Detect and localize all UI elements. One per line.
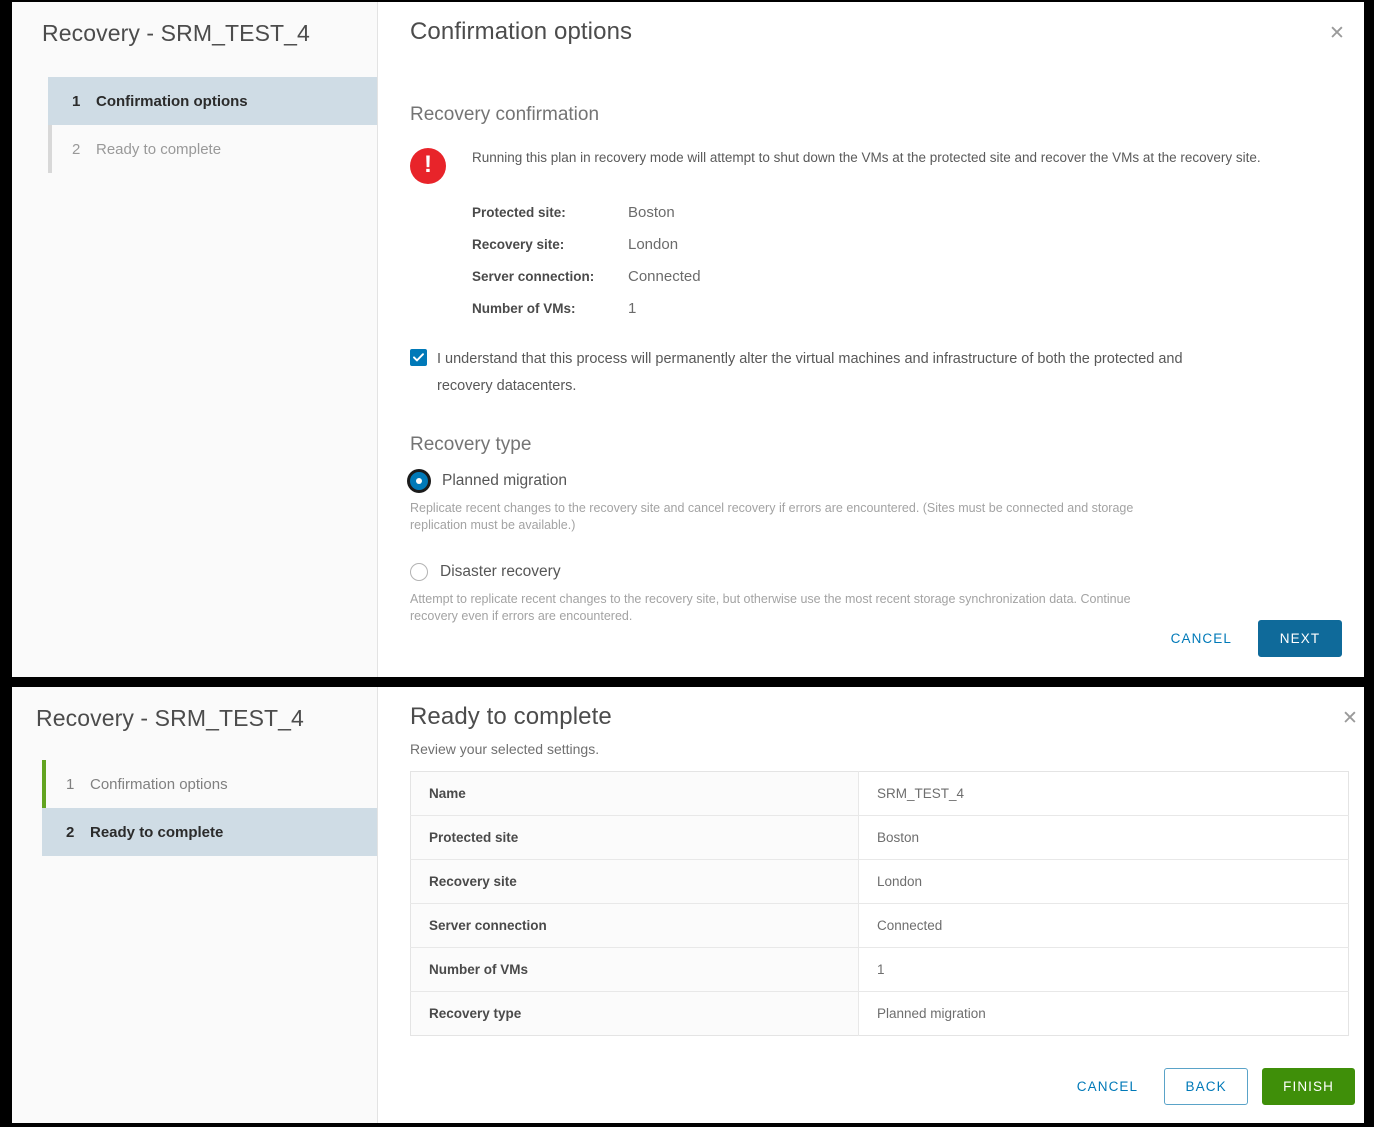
table-row: Recovery type Planned migration <box>410 991 1349 1036</box>
sidebar-item-confirmation-options[interactable]: 1 Confirmation options <box>48 77 377 125</box>
sidebar-item-ready-to-complete[interactable]: 2 Ready to complete <box>42 808 377 856</box>
acknowledgement-checkbox[interactable] <box>410 349 427 366</box>
step-number: 2 <box>72 140 81 158</box>
step-number: 2 <box>66 823 75 841</box>
back-button[interactable]: BACK <box>1164 1068 1249 1105</box>
confirmation-options-dialog: Recovery - SRM_TEST_4 1 Confirmation opt… <box>12 2 1364 677</box>
step-rail <box>48 125 52 173</box>
detail-value: 1 <box>628 300 637 317</box>
step-rail <box>42 808 46 856</box>
detail-key: Number of VMs: <box>472 301 576 316</box>
error-icon-circle: ! <box>410 148 446 184</box>
table-row: Name SRM_TEST_4 <box>410 771 1349 816</box>
screen-root: Recovery - SRM_TEST_4 1 Confirmation opt… <box>0 0 1374 1127</box>
step-label: Confirmation options <box>96 92 248 110</box>
radio-row-disaster-recovery[interactable]: Disaster recovery <box>410 563 1334 582</box>
summary-key: Recovery type <box>410 991 859 1036</box>
sidebar-item-confirmation-options[interactable]: 1 Confirmation options <box>42 760 377 808</box>
summary-table: Name SRM_TEST_4 Protected site Boston Re… <box>410 771 1349 1036</box>
next-button[interactable]: NEXT <box>1258 620 1342 657</box>
wizard-steps-pane: Recovery - SRM_TEST_4 1 Confirmation opt… <box>12 2 378 677</box>
recovery-details-list: Protected site: Boston Recovery site: Lo… <box>410 204 1334 332</box>
summary-value: Planned migration <box>858 991 1349 1036</box>
step-label: Confirmation options <box>90 775 228 793</box>
summary-key: Name <box>410 771 859 816</box>
page-title: Ready to complete <box>410 703 612 730</box>
wizard-steps-pane: Recovery - SRM_TEST_4 1 Confirmation opt… <box>12 687 378 1123</box>
warning-text: Running this plan in recovery mode will … <box>472 150 1261 165</box>
detail-value: Connected <box>628 268 701 285</box>
wizard-title: Recovery - SRM_TEST_4 <box>36 705 304 731</box>
warning-banner: ! Running this plan in recovery mode wil… <box>410 146 1334 188</box>
detail-key: Server connection: <box>472 269 595 284</box>
table-row: Server connection Connected <box>410 903 1349 948</box>
detail-key: Protected site: <box>472 205 566 220</box>
step-rail <box>48 77 52 125</box>
step-rail <box>42 760 46 808</box>
summary-key: Number of VMs <box>410 947 859 992</box>
wizard-step-list: 1 Confirmation options 2 Ready to comple… <box>12 77 377 173</box>
summary-key: Protected site <box>410 815 859 860</box>
step-label: Ready to complete <box>96 140 222 158</box>
detail-row-server-connection: Server connection: Connected <box>472 268 1334 300</box>
acknowledgement-row[interactable]: I understand that this process will perm… <box>410 346 1334 400</box>
table-row: Number of VMs 1 <box>410 947 1349 992</box>
table-row: Recovery site London <box>410 859 1349 904</box>
detail-row-protected-site: Protected site: Boston <box>472 204 1334 236</box>
dialog-one-footer: CANCEL NEXT <box>1159 620 1342 657</box>
close-icon[interactable]: ✕ <box>1324 20 1350 46</box>
summary-key: Server connection <box>410 903 859 948</box>
radio-description-disaster-recovery: Attempt to replicate recent changes to t… <box>410 592 1131 624</box>
recovery-confirmation-heading: Recovery confirmation <box>410 104 600 125</box>
acknowledgement-label: I understand that this process will perm… <box>437 351 1183 394</box>
radio-label-planned-migration: Planned migration <box>442 471 567 489</box>
finish-button[interactable]: FINISH <box>1262 1068 1355 1105</box>
table-row: Protected site Boston <box>410 815 1349 860</box>
wizard-title: Recovery - SRM_TEST_4 <box>42 20 310 46</box>
cancel-button[interactable]: CANCEL <box>1065 1068 1150 1105</box>
radio-planned-migration[interactable] <box>410 471 428 490</box>
radio-description-planned-migration: Replicate recent changes to the recovery… <box>410 500 1134 532</box>
wizard-step-list: 1 Confirmation options 2 Ready to comple… <box>12 760 377 856</box>
summary-value: London <box>858 859 1349 904</box>
cancel-button[interactable]: CANCEL <box>1159 620 1244 657</box>
recovery-type-heading: Recovery type <box>410 433 532 455</box>
step-label: Ready to complete <box>90 823 224 841</box>
detail-value: London <box>628 236 679 253</box>
summary-value: 1 <box>858 947 1349 992</box>
detail-value: Boston <box>628 204 675 221</box>
summary-value: SRM_TEST_4 <box>858 771 1349 816</box>
error-icon: ! <box>410 148 450 188</box>
ready-to-complete-dialog: Recovery - SRM_TEST_4 1 Confirmation opt… <box>12 687 1364 1123</box>
step-number: 1 <box>72 92 81 110</box>
page-subtitle: Review your selected settings. <box>410 741 600 757</box>
dialog-two-footer: CANCEL BACK FINISH <box>1065 1068 1355 1105</box>
summary-value: Connected <box>858 903 1349 948</box>
detail-row-number-of-vms: Number of VMs: 1 <box>472 300 1334 332</box>
error-icon-glyph: ! <box>424 151 432 178</box>
page-title: Confirmation options <box>410 18 633 45</box>
detail-row-recovery-site: Recovery site: London <box>472 236 1334 268</box>
radio-row-planned-migration[interactable]: Planned migration <box>410 471 1334 490</box>
detail-key: Recovery site: <box>472 237 565 252</box>
radio-label-disaster-recovery: Disaster recovery <box>440 563 561 581</box>
step-number: 1 <box>66 775 75 793</box>
radio-disaster-recovery[interactable] <box>410 563 428 582</box>
summary-value: Boston <box>858 815 1349 860</box>
sidebar-item-ready-to-complete[interactable]: 2 Ready to complete <box>48 125 377 173</box>
confirmation-content-pane: Confirmation options ✕ Recovery confirma… <box>378 2 1364 677</box>
summary-key: Recovery site <box>410 859 859 904</box>
ready-to-complete-content-pane: Ready to complete ✕ Review your selected… <box>378 687 1364 1123</box>
close-icon[interactable]: ✕ <box>1337 705 1363 731</box>
